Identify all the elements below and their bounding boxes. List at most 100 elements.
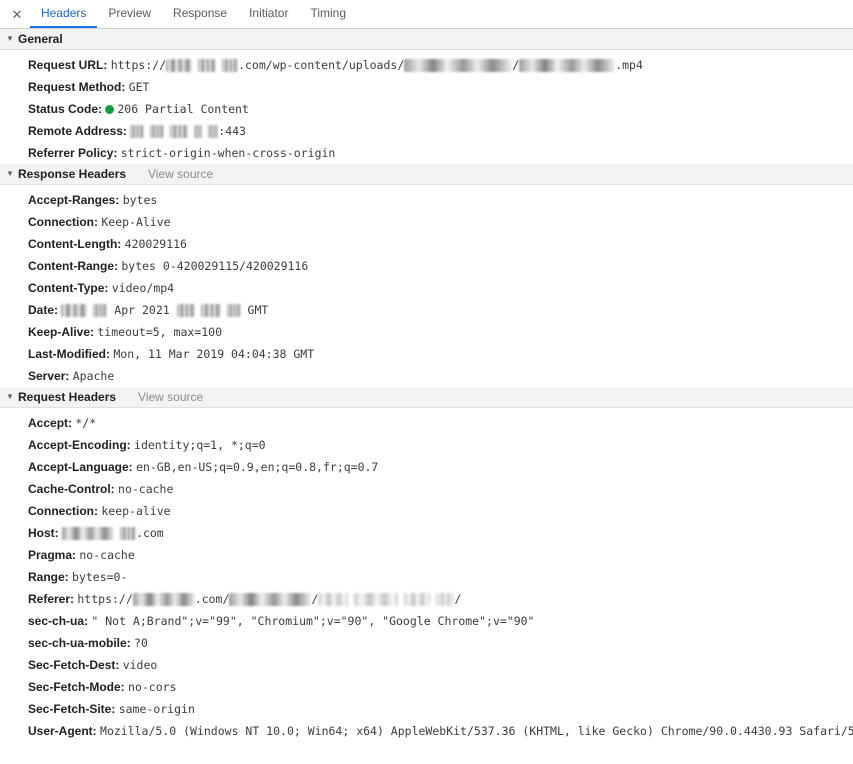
tab-timing[interactable]: Timing [299, 0, 357, 28]
chevron-down-icon[interactable]: ▼ [6, 170, 16, 178]
header-row-list: Accept-Ranges: bytes Connection: Keep-Ali… [0, 185, 853, 387]
header-value-text: :443 [218, 124, 246, 138]
header-value-text: bytes [122, 193, 158, 207]
section-header-response-headers[interactable]: ▼ Response Headers View source [0, 164, 853, 185]
close-icon[interactable]: ✕ [4, 0, 30, 28]
header-value-text: / [454, 592, 462, 606]
redacted-text [519, 59, 616, 72]
header-value-text: same-origin [118, 702, 195, 716]
header-row[interactable]: Remote Address: :443 [0, 120, 853, 142]
panel-tabbar: ✕ Headers Preview Response Initiator Timing [0, 0, 853, 29]
redacted-text [198, 59, 217, 72]
section-header-general[interactable]: ▼ General [0, 29, 853, 50]
header-name: Status Code: [28, 102, 103, 116]
header-name: User-Agent: [28, 724, 97, 738]
header-name: sec-ch-ua-mobile: [28, 636, 131, 650]
header-row[interactable]: Accept-Encoding: identity;q=1, *;q=0 [0, 434, 853, 456]
header-value-text: en-GB,en-US;q=0.9,en;q=0.8,fr;q=0.7 [136, 460, 379, 474]
header-row[interactable]: Referrer Policy: strict-origin-when-cros… [0, 142, 853, 164]
tab-response[interactable]: Response [162, 0, 238, 28]
chevron-down-icon[interactable]: ▼ [6, 35, 16, 43]
header-row[interactable]: Keep-Alive: timeout=5, max=100 [0, 321, 853, 343]
header-row[interactable]: Content-Type: video/mp4 [0, 277, 853, 299]
header-value-text: https:// [110, 58, 167, 72]
redacted-text [194, 125, 203, 138]
section-header-request-headers[interactable]: ▼ Request Headers View source [0, 387, 853, 408]
headers-content: ▼ General Request URL: https://.com/wp-con… [0, 29, 853, 742]
header-row[interactable]: Content-Length: 420029116 [0, 233, 853, 255]
header-value-text: / [512, 58, 520, 72]
header-row[interactable]: Sec-Fetch-Site: same-origin [0, 698, 853, 720]
header-name: Server: [28, 369, 70, 383]
header-name: Accept-Language: [28, 460, 133, 474]
header-row[interactable]: Pragma: no-cache [0, 544, 853, 566]
header-name: Request Method: [28, 80, 126, 94]
header-value-text: Keep-Alive [101, 215, 171, 229]
redacted-text [61, 304, 88, 317]
header-row[interactable]: User-Agent: Mozilla/5.0 (Windows NT 10.0… [0, 720, 853, 742]
header-value-text: no-cors [128, 680, 177, 694]
header-row[interactable]: Date: Apr 2021 GMT [0, 299, 853, 321]
redacted-text [176, 304, 195, 317]
header-name: Cache-Control: [28, 482, 115, 496]
header-row[interactable]: Server: Apache [0, 365, 853, 387]
header-value-text: / [311, 592, 319, 606]
header-name: Connection: [28, 215, 98, 229]
header-value-text: Apr 2021 [107, 303, 177, 317]
header-row[interactable]: Connection: keep-alive [0, 500, 853, 522]
redacted-text [150, 125, 165, 138]
header-row[interactable]: Accept-Ranges: bytes [0, 189, 853, 211]
header-row[interactable]: sec-ch-ua: " Not A;Brand";v="99", "Chrom… [0, 610, 853, 632]
redacted-text [120, 527, 137, 540]
tab-headers[interactable]: Headers [30, 0, 98, 28]
header-name: Remote Address: [28, 124, 127, 138]
header-name: Date: [28, 303, 59, 317]
header-row[interactable]: Request Method: GET [0, 76, 853, 98]
header-row[interactable]: Referer: https:// .com/ / / [0, 588, 853, 610]
header-row[interactable]: Cache-Control: no-cache [0, 478, 853, 500]
tab-initiator[interactable]: Initiator [238, 0, 299, 28]
header-row[interactable]: sec-ch-ua-mobile: ?0 [0, 632, 853, 654]
header-row[interactable]: Accept: */* [0, 412, 853, 434]
header-value-text: keep-alive [101, 504, 171, 518]
redacted-text [200, 304, 221, 317]
header-row[interactable]: Status Code: 206 Partial Content [0, 98, 853, 120]
header-name: sec-ch-ua: [28, 614, 89, 628]
view-source-link[interactable]: View source [148, 167, 213, 181]
view-source-link[interactable]: View source [138, 390, 203, 404]
redacted-text [166, 59, 193, 72]
redacted-text [404, 59, 513, 72]
header-value-text: strict-origin-when-cross-origin [120, 146, 336, 160]
header-value-text: GET [128, 80, 150, 94]
redacted-text [62, 527, 115, 540]
header-name: Connection: [28, 504, 98, 518]
header-name: Referer: [28, 592, 75, 606]
header-row[interactable]: Sec-Fetch-Dest: video [0, 654, 853, 676]
header-row[interactable]: Range: bytes=0- [0, 566, 853, 588]
tab-preview[interactable]: Preview [97, 0, 162, 28]
redacted-text [130, 125, 145, 138]
status-indicator-dot [105, 105, 115, 114]
header-row[interactable]: Last-Modified: Mon, 11 Mar 2019 04:04:38… [0, 343, 853, 365]
header-name: Content-Type: [28, 281, 109, 295]
header-row[interactable]: Content-Range: bytes 0-420029115/4200291… [0, 255, 853, 277]
header-value-text: bytes 0-420029115/420029116 [121, 259, 309, 273]
header-name: Keep-Alive: [28, 325, 95, 339]
chevron-down-icon[interactable]: ▼ [6, 393, 16, 401]
header-value-text: */* [75, 416, 97, 430]
header-name: Last-Modified: [28, 347, 110, 361]
header-value-text: GMT [240, 303, 269, 317]
header-name: Range: [28, 570, 69, 584]
header-name: Accept: [28, 416, 73, 430]
header-value-text: .com/wp-content/uploads/ [238, 58, 405, 72]
section-title: Request Headers [18, 390, 117, 404]
header-row[interactable]: Connection: Keep-Alive [0, 211, 853, 233]
header-value-text: ?0 [134, 636, 148, 650]
header-row[interactable]: Sec-Fetch-Mode: no-cors [0, 676, 853, 698]
redacted-text [93, 304, 108, 317]
header-row[interactable]: Host: .com [0, 522, 853, 544]
header-row[interactable]: Accept-Language: en-GB,en-US;q=0.9,en;q=… [0, 456, 853, 478]
header-value-text: " Not A;Brand";v="99", "Chromium";v="90"… [91, 614, 535, 628]
header-row[interactable]: Request URL: https:// .com/wp-content/upl… [0, 54, 853, 76]
header-value-text: no-cache [79, 548, 135, 562]
